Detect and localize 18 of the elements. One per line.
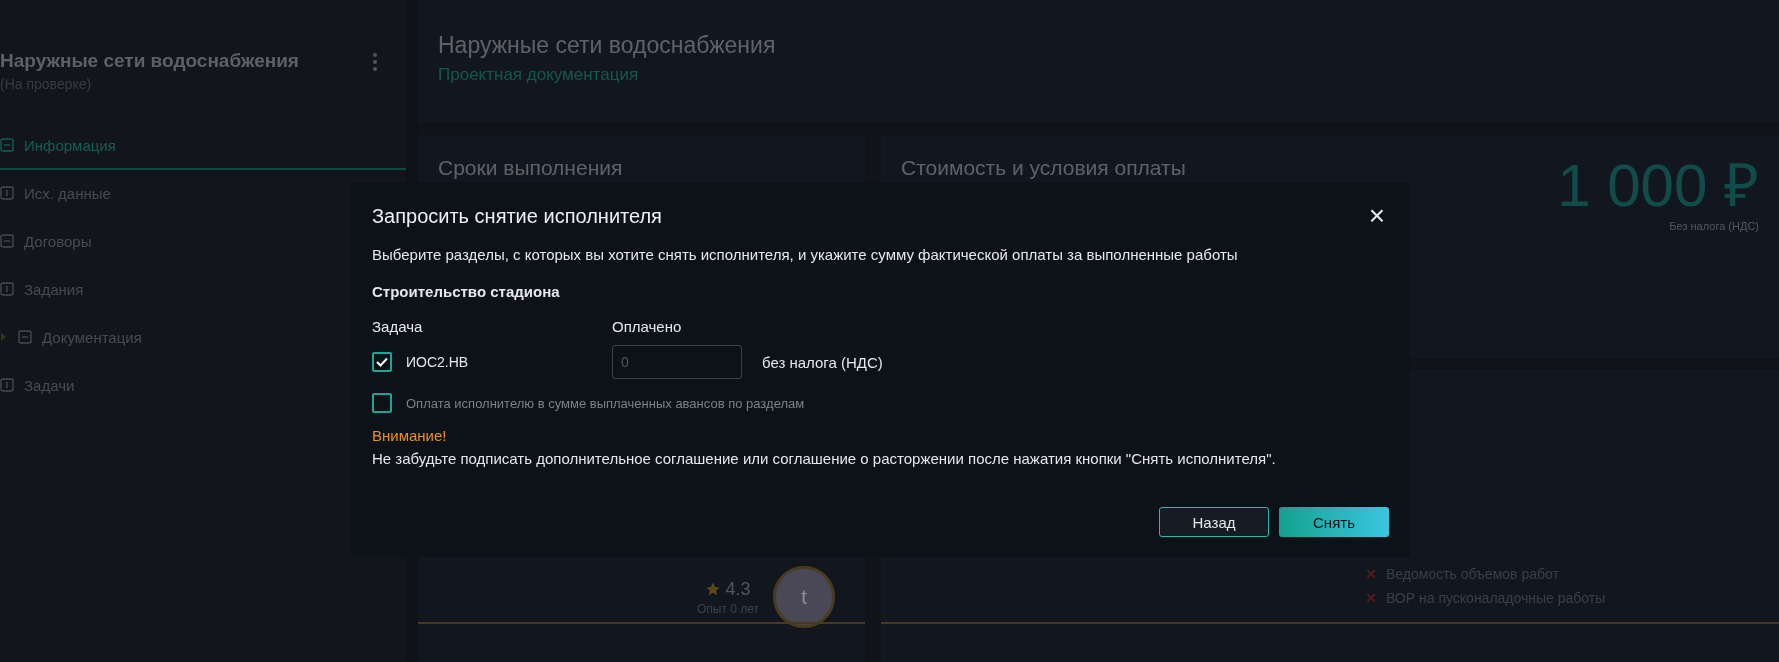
advance-option-label: Оплата исполнителю в сумме выплаченных авансов по разделам (406, 395, 805, 411)
card-title: Стоимость и условия оплаты (901, 156, 1186, 181)
rating-value: 4.3 (725, 578, 751, 600)
column-header: Оплачено (612, 318, 683, 335)
task-name: ИОС2.НВ (406, 354, 469, 370)
warning-text: Не забудьте подписать дополнительное соглашение или соглашение о расторжении после нажатия кнопки "Снять исполнителя". (372, 450, 1277, 467)
tax-note: Без налога (НДС) (1668, 220, 1759, 232)
card-title: Сроки выполнения (438, 156, 624, 180)
avatar: t (773, 566, 835, 628)
tax-label: без налога (НДС) (762, 353, 883, 371)
warning-title: Внимание! (372, 427, 448, 444)
project-title: Наружные сети водоснабжения (0, 50, 299, 72)
page-title: Наружные сети водоснабжения (438, 32, 777, 59)
section-title: Строительство стадиона (372, 283, 561, 300)
dialog-title: Запросить снятие исполнителя (372, 204, 662, 228)
dialog-description: Выберите разделы, с которых вы хотите снять исполнителя, и укажите сумму фактической оплаты за выполненные работы (372, 246, 1239, 263)
column-header: Задача (372, 318, 424, 335)
page-subtitle: Проектная документация (438, 65, 640, 85)
